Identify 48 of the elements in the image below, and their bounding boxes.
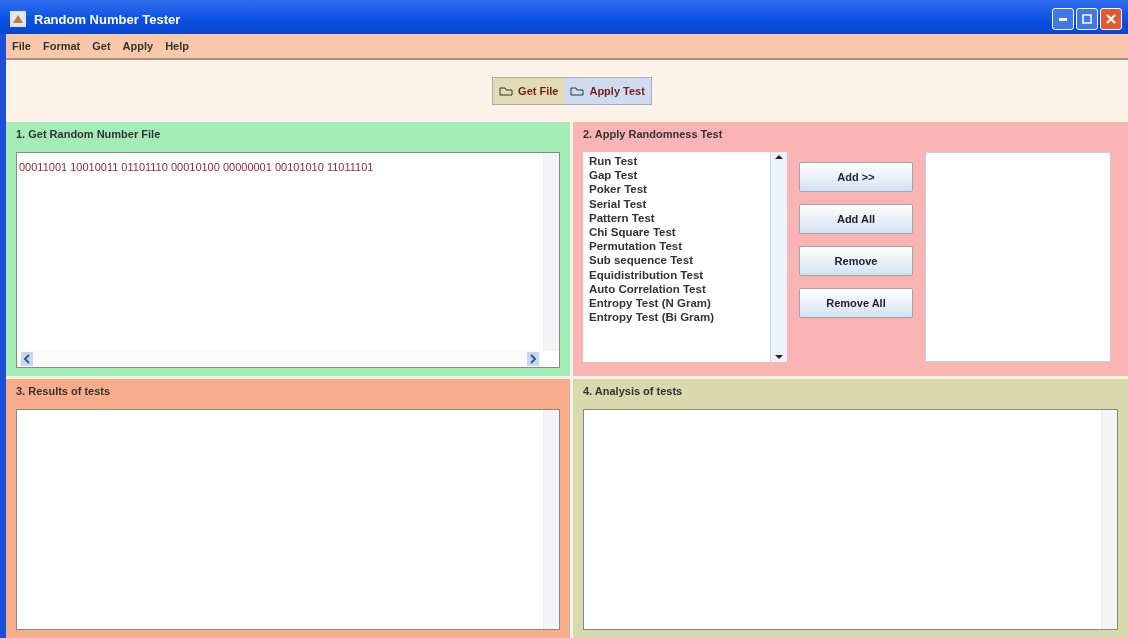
close-icon — [1105, 13, 1117, 25]
list-item[interactable]: Run Test — [589, 154, 764, 169]
list-item[interactable]: Sub sequence Test — [589, 253, 764, 268]
maximize-icon — [1082, 14, 1092, 24]
menu-item[interactable]: Format — [42, 40, 81, 52]
list-item[interactable]: Auto Correlation Test — [589, 281, 764, 297]
list-item[interactable]: Serial Test — [589, 196, 764, 211]
list-item[interactable]: Pattern Test — [589, 210, 764, 225]
folder-icon — [570, 86, 585, 96]
list-item[interactable]: Chi Square Test — [589, 225, 764, 240]
left-arrow-icon[interactable] — [21, 352, 33, 366]
right-arrow-icon[interactable] — [527, 352, 539, 366]
close-button[interactable] — [1100, 8, 1122, 30]
down-arrow-icon[interactable] — [773, 352, 785, 362]
menu-item[interactable]: File — [12, 40, 31, 52]
data-text: 00011001 10010011 01101110 00010100 00000001 00101010 11011101 — [19, 161, 374, 173]
up-arrow-icon[interactable] — [773, 152, 785, 162]
menu-item[interactable]: Apply — [122, 40, 154, 52]
text-area[interactable] — [583, 409, 1118, 630]
list-item[interactable]: Poker Test — [589, 182, 764, 197]
toolbar-button[interactable]: Apply Test — [564, 78, 651, 104]
vertical-scrollbar[interactable] — [770, 152, 787, 362]
app-icon — [10, 11, 26, 27]
list-item[interactable]: Entropy Test (Bi Gram) — [589, 310, 764, 325]
panel-title: 1. Get Random Number File — [16, 128, 162, 140]
panel-title: 4. Analysis of tests — [583, 385, 684, 397]
menu-item[interactable]: Help — [165, 40, 189, 52]
folder-icon — [499, 86, 514, 96]
minimize-icon — [1059, 17, 1067, 21]
test-list[interactable]: Run Test Gap Test Poker Test Serial Test Pattern Test Chi Square Test Permutation Test Sub sequence Test Equidistribution Test Auto Correlation Test Entropy Test (N Gram) Entropy Test (Bi Gram) — [583, 152, 787, 362]
list-item[interactable]: Equidistribution Test — [589, 267, 764, 282]
action-button[interactable]: Add >> — [799, 162, 913, 192]
list-item[interactable]: Gap Test — [589, 168, 764, 183]
window-title: Random Number Tester — [34, 11, 181, 27]
toolbar-button[interactable]: Get File — [493, 78, 565, 104]
text-area[interactable]: 00011001 10010011 01101110 00010100 00000001 00101010 11011101 — [16, 152, 560, 368]
minimize-button[interactable] — [1052, 8, 1074, 30]
panel-title: 3. Results of tests — [16, 385, 112, 397]
text-area[interactable] — [16, 409, 560, 630]
selected-tests-list[interactable] — [925, 152, 1111, 362]
maximize-button[interactable] — [1076, 8, 1098, 30]
list-item[interactable]: Permutation Test — [589, 239, 764, 254]
action-button[interactable]: Add All — [799, 204, 913, 234]
panel-title: 2. Apply Randomness Test — [583, 128, 724, 140]
menu-item[interactable]: Get — [92, 40, 111, 52]
action-button[interactable]: Remove — [799, 246, 913, 276]
list-item[interactable]: Entropy Test (N Gram) — [589, 296, 764, 311]
action-button[interactable]: Remove All — [799, 288, 913, 318]
